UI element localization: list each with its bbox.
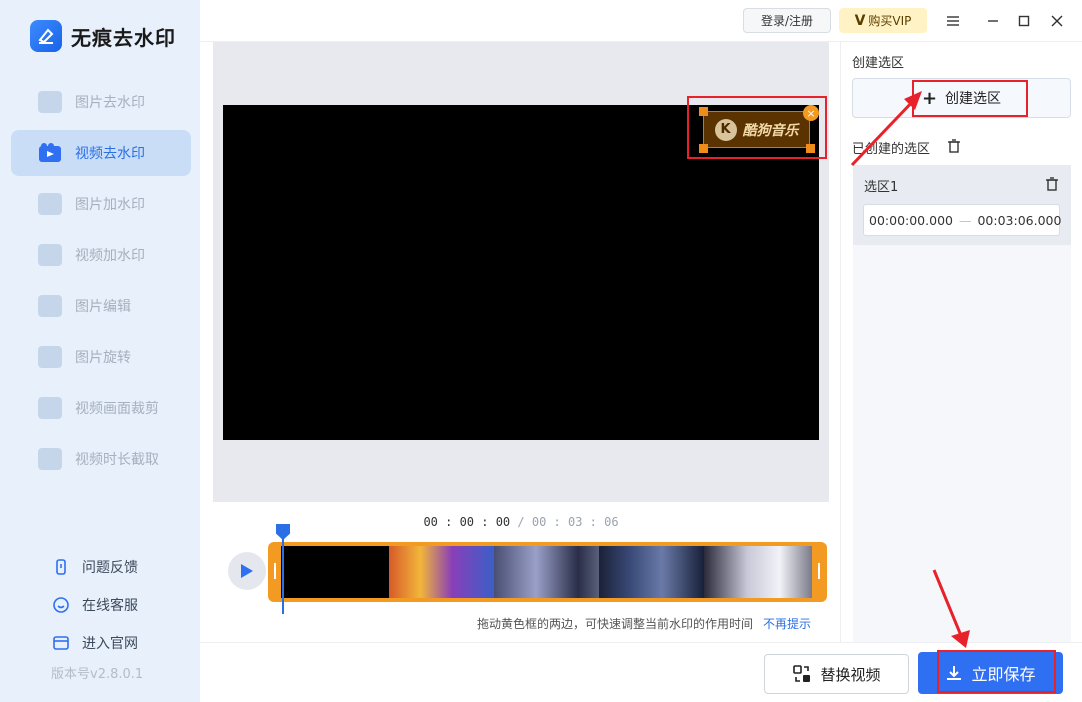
playhead[interactable] xyxy=(282,538,284,614)
range-end: 00:03:06.000 xyxy=(977,212,1062,228)
sidebar-item-label: 图片去水印 xyxy=(75,95,145,111)
buy-vip-button[interactable]: V 购买VIP xyxy=(839,8,927,33)
sidebar-item-video-crop[interactable]: 视频画面裁剪 xyxy=(11,385,191,431)
sidebar-item-label: 图片编辑 xyxy=(75,299,131,315)
sidebar-item-image-rotate[interactable]: 图片旋转 xyxy=(11,334,191,380)
sidebar-links: 问题反馈 在线客服 进入官网 xyxy=(52,548,138,662)
app-logo: 无痕去水印 xyxy=(30,20,176,52)
replace-icon xyxy=(793,665,811,682)
delete-all-icon[interactable] xyxy=(946,138,962,158)
sidebar-item-label: 视频画面裁剪 xyxy=(75,401,159,417)
website-icon xyxy=(53,636,69,650)
feedback-label: 问题反馈 xyxy=(82,560,138,576)
total-time: 00 : 03 : 06 xyxy=(531,515,619,529)
image-add-icon xyxy=(38,193,62,215)
current-time: 00 : 00 : 00 xyxy=(423,515,511,529)
highlight-box-save xyxy=(937,650,1056,693)
close-icon[interactable] xyxy=(1046,10,1068,32)
delete-selection-icon[interactable] xyxy=(1044,176,1060,196)
sidebar-item-image-edit[interactable]: 图片编辑 xyxy=(11,283,191,329)
sidebar-item-label: 图片加水印 xyxy=(75,197,145,213)
sidebar-item-label: 图片旋转 xyxy=(75,350,131,366)
timeline-hint: 拖动黄色框的两边，可快速调整当前水印的作用时间 xyxy=(477,617,754,631)
thumbnail xyxy=(389,546,494,598)
support-icon xyxy=(53,597,69,613)
sidebar-item-image-remove-watermark[interactable]: 图片去水印 xyxy=(11,79,191,125)
sidebar-item-label: 视频时长截取 xyxy=(75,452,159,468)
thumbnail xyxy=(704,546,812,598)
version-text: 版本号v2.8.0.1 xyxy=(51,667,144,682)
created-selections-title: 已创建的选区 xyxy=(852,142,931,157)
range-separator: — xyxy=(958,212,972,228)
selection-name: 选区1 xyxy=(864,180,899,195)
image-edit-icon xyxy=(38,295,62,317)
video-icon xyxy=(38,142,62,164)
thumbnail xyxy=(281,546,389,598)
support-label: 在线客服 xyxy=(82,598,138,614)
vip-label: 购买VIP xyxy=(868,14,912,28)
sidebar-item-video-remove-watermark[interactable]: 视频去水印 xyxy=(11,130,191,176)
image-icon xyxy=(38,91,62,113)
playhead-marker-icon[interactable] xyxy=(276,524,290,540)
image-rotate-icon xyxy=(38,346,62,368)
play-icon xyxy=(241,564,253,578)
website-link[interactable]: 进入官网 xyxy=(52,624,138,662)
replace-video-label: 替换视频 xyxy=(820,665,881,684)
track-grip-right[interactable] xyxy=(818,563,820,579)
top-bar: 登录/注册 V 购买VIP xyxy=(200,0,1082,42)
time-separator: / xyxy=(510,515,532,529)
timeline-thumbnails xyxy=(281,546,812,598)
sidebar-item-label: 视频加水印 xyxy=(75,248,145,264)
eraser-logo-icon xyxy=(30,20,62,52)
support-link[interactable]: 在线客服 xyxy=(52,586,138,624)
range-start: 00:00:00.000 xyxy=(869,212,953,228)
sidebar-nav: 图片去水印 视频去水印 图片加水印 视频加水印 图片编辑 图片旋转 视频画面裁剪 xyxy=(11,79,191,487)
selection-time-range[interactable]: 00:00:00.000 — 00:03:06.000 xyxy=(863,204,1062,236)
sidebar: 无痕去水印 图片去水印 视频去水印 图片加水印 视频加水印 图片编辑 图片旋转 xyxy=(0,0,200,702)
video-add-icon xyxy=(38,244,62,266)
sidebar-item-video-trim[interactable]: 视频时长截取 xyxy=(11,436,191,482)
feedback-icon xyxy=(56,559,66,575)
minimize-icon[interactable] xyxy=(982,10,1004,32)
website-label: 进入官网 xyxy=(82,636,138,652)
highlight-box-create xyxy=(912,80,1028,117)
dismiss-hint-link[interactable]: 不再提示 xyxy=(763,615,811,632)
replace-video-button[interactable]: 替换视频 xyxy=(764,654,909,694)
menu-icon[interactable] xyxy=(942,10,964,32)
sidebar-item-label: 视频去水印 xyxy=(75,146,145,162)
login-button[interactable]: 登录/注册 xyxy=(743,8,831,33)
thumbnail xyxy=(599,546,704,598)
maximize-icon[interactable] xyxy=(1013,10,1035,32)
crop-icon xyxy=(38,397,62,419)
highlight-box-watermark xyxy=(687,96,827,159)
sidebar-item-image-add-watermark[interactable]: 图片加水印 xyxy=(11,181,191,227)
create-selection-title: 创建选区 xyxy=(852,56,905,71)
track-grip-left[interactable] xyxy=(274,563,276,579)
sidebar-item-video-add-watermark[interactable]: 视频加水印 xyxy=(11,232,191,278)
app-name: 无痕去水印 xyxy=(71,25,176,50)
trim-icon xyxy=(38,448,62,470)
feedback-link[interactable]: 问题反馈 xyxy=(52,548,138,586)
play-button[interactable] xyxy=(228,552,266,590)
thumbnail xyxy=(494,546,599,598)
vip-icon: V xyxy=(854,12,866,29)
time-readout: 00 : 00 : 00 / 00 : 03 : 06 xyxy=(213,515,829,529)
